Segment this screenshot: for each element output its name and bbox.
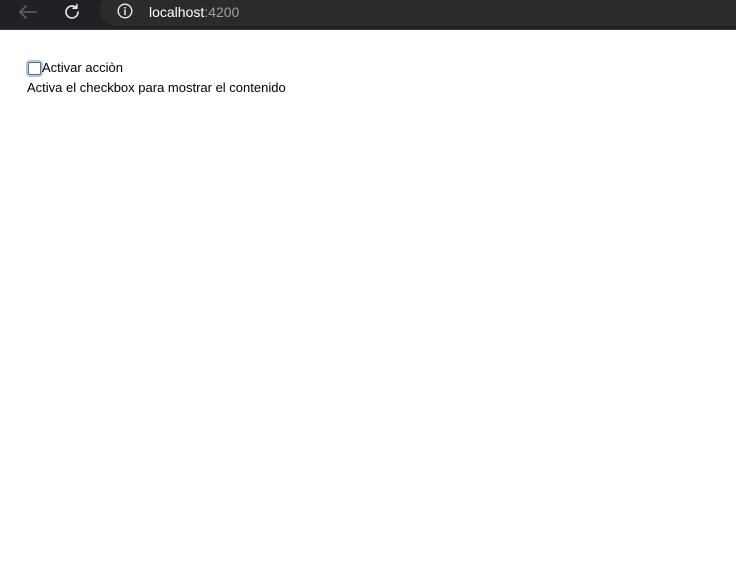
reload-icon xyxy=(65,3,79,19)
page-content: Activar acciòn Activa el checkbox para m… xyxy=(27,60,286,96)
url-port: :4200 xyxy=(204,4,240,20)
back-button[interactable] xyxy=(13,0,43,24)
browser-toolbar: localhost:4200 xyxy=(0,0,736,30)
address-bar[interactable]: localhost:4200 xyxy=(100,0,736,26)
site-info-icon[interactable] xyxy=(117,3,133,19)
url-text[interactable]: localhost:4200 xyxy=(149,4,239,20)
url-host: localhost xyxy=(149,4,205,20)
activate-action-checkbox[interactable] xyxy=(28,61,41,75)
activate-action-row: Activar acciòn xyxy=(27,60,286,76)
activate-action-label[interactable]: Activar acciòn xyxy=(42,60,123,76)
back-arrow-icon xyxy=(19,5,37,19)
instruction-message: Activa el checkbox para mostrar el conte… xyxy=(27,80,286,95)
reload-button[interactable] xyxy=(57,0,87,24)
